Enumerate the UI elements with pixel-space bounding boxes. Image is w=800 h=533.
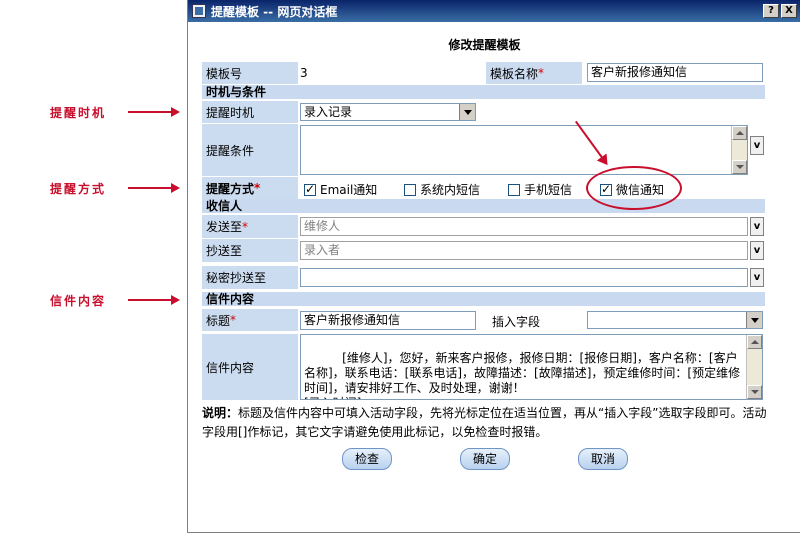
timing-label: 提醒时机 xyxy=(202,101,298,123)
ok-button[interactable]: 确定 xyxy=(460,448,510,470)
scroll-up-icon[interactable] xyxy=(747,335,762,349)
to-dropdown-button[interactable]: v xyxy=(750,217,764,236)
chevron-down-icon xyxy=(746,312,762,328)
row-to: 发送至 * 维修人 v xyxy=(202,215,765,238)
subject-label: 标题 * xyxy=(202,309,298,331)
condition-label: 提醒条件 xyxy=(202,124,298,176)
email-checkbox[interactable]: Email通知 xyxy=(304,181,377,198)
condition-scrollbar[interactable] xyxy=(731,126,747,174)
cc-label: 抄送至 xyxy=(202,239,298,262)
check-button[interactable]: 检查 xyxy=(342,448,392,470)
to-label: 发送至 * xyxy=(202,215,298,238)
template-no-label: 模板号 xyxy=(202,62,298,84)
scroll-down-icon[interactable] xyxy=(747,385,762,399)
instructions-note: 说明：标题及信件内容中可填入活动字段，先将光标定位在适当位置，再从“插入字段”选… xyxy=(202,406,767,439)
template-name-input[interactable]: 客户新报修通知信 xyxy=(587,63,763,82)
checkbox-icon[interactable] xyxy=(508,183,520,196)
cc-input[interactable]: 录入者 xyxy=(300,241,748,260)
template-name-label: 模板名称 * xyxy=(486,62,582,84)
timing-select[interactable]: 录入记录 xyxy=(300,103,476,121)
row-bcc: 秘密抄送至 v xyxy=(202,266,765,289)
screenshot-stage: 提醒时机 提醒方式 信件内容 提醒模板 -- 网页对话框 ? X 修改提醒模板 … xyxy=(0,0,800,533)
bcc-input[interactable] xyxy=(300,268,748,287)
mobile-sms-checkbox[interactable]: 手机短信 xyxy=(508,181,572,198)
scroll-down-icon[interactable] xyxy=(732,160,747,174)
row-body: 信件内容 [维修人]，您好，新来客户报修，报修日期：[报修日期]，客户名称：[客… xyxy=(202,334,765,400)
cc-dropdown-button[interactable]: v xyxy=(750,241,764,260)
annotation-content-arrow xyxy=(128,295,180,305)
window-title: 提醒模板 -- 网页对话框 xyxy=(211,4,338,19)
annotation-method-arrow xyxy=(128,183,180,193)
section-recipient: 收信人 xyxy=(202,199,765,213)
row-condition: 提醒条件 v xyxy=(202,124,765,176)
condition-dropdown-button[interactable]: v xyxy=(750,136,764,155)
annotation-timing: 提醒时机 xyxy=(50,106,107,120)
section-letter: 信件内容 xyxy=(202,292,765,306)
help-button[interactable]: ? xyxy=(763,4,779,18)
cancel-button[interactable]: 取消 xyxy=(578,448,628,470)
insert-field-select[interactable] xyxy=(587,311,763,329)
annotation-content: 信件内容 xyxy=(50,294,107,308)
scroll-up-icon[interactable] xyxy=(732,126,747,140)
annotation-timing-arrow xyxy=(128,107,180,117)
callout-ring xyxy=(586,166,682,210)
chevron-down-icon xyxy=(459,104,475,120)
body-textarea[interactable]: [维修人]，您好，新来客户报修，报修日期：[报修日期]，客户名称：[客户名称]，… xyxy=(300,334,763,400)
checkbox-icon[interactable] xyxy=(404,183,416,196)
dialog-window: 提醒模板 -- 网页对话框 ? X 修改提醒模板 模板号 3 模板名称 * 客户新… xyxy=(187,0,800,533)
app-icon xyxy=(192,4,206,18)
subject-input[interactable]: 客户新报修通知信 xyxy=(300,311,476,330)
annotation-method: 提醒方式 xyxy=(50,182,107,196)
section-timing: 时机与条件 xyxy=(202,85,765,99)
bcc-label: 秘密抄送至 xyxy=(202,266,298,289)
row-timing: 提醒时机 录入记录 xyxy=(202,101,765,123)
insert-field-label: 插入字段 xyxy=(492,315,541,329)
template-no-value: 3 xyxy=(300,66,308,80)
method-label: 提醒方式 * xyxy=(202,177,298,199)
internal-sms-checkbox[interactable]: 系统内短信 xyxy=(404,181,480,198)
title-bar: 提醒模板 -- 网页对话框 ? X xyxy=(188,0,800,22)
to-input[interactable]: 维修人 xyxy=(300,217,748,236)
condition-textarea[interactable] xyxy=(300,125,748,175)
body-label: 信件内容 xyxy=(202,334,298,400)
body-text: [维修人]，您好，新来客户报修，报修日期：[报修日期]，客户名称：[客户名称]，… xyxy=(304,351,741,399)
row-template: 模板号 3 模板名称 * 客户新报修通知信 xyxy=(202,62,765,84)
row-subject: 标题 * 客户新报修通知信 插入字段 xyxy=(202,309,765,331)
close-button[interactable]: X xyxy=(781,4,797,18)
row-cc: 抄送至 录入者 v xyxy=(202,239,765,262)
bcc-dropdown-button[interactable]: v xyxy=(750,268,764,287)
checkbox-checked-icon[interactable] xyxy=(304,182,316,196)
body-scrollbar[interactable] xyxy=(746,335,762,399)
dialog-heading: 修改提醒模板 xyxy=(448,38,521,52)
